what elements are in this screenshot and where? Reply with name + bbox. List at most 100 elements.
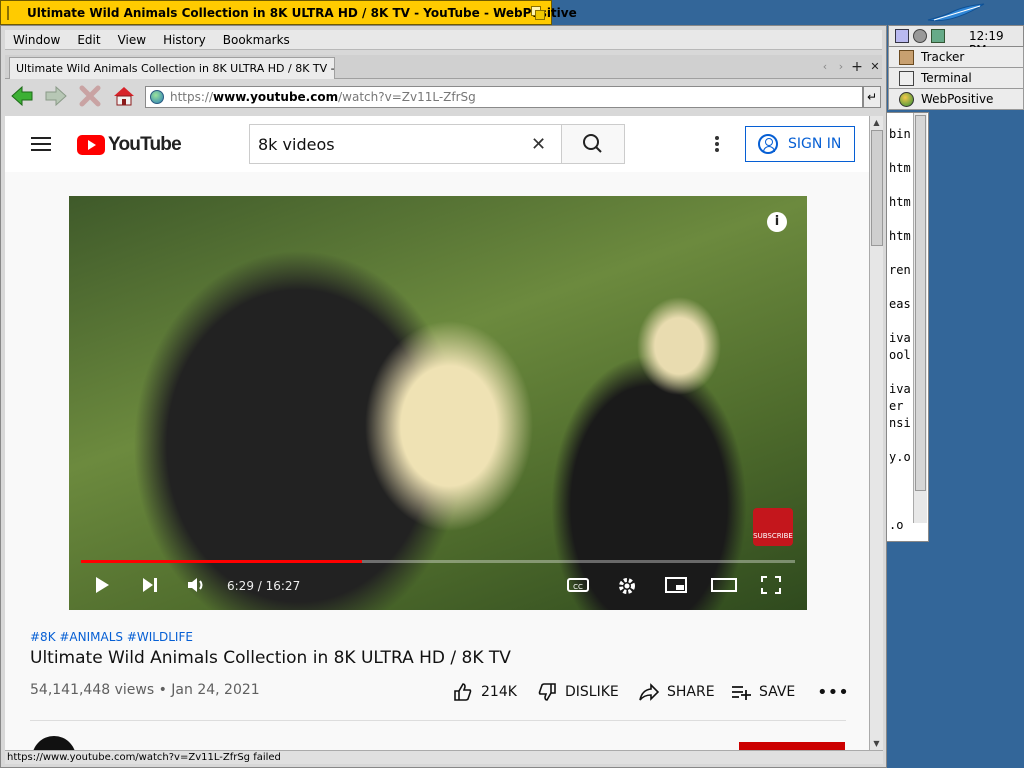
scroll-down-icon[interactable]: ▼ bbox=[870, 737, 883, 750]
window-close-button[interactable] bbox=[7, 5, 9, 20]
miniplayer-icon[interactable] bbox=[665, 576, 687, 599]
time-display: 6:29 / 16:27 bbox=[227, 579, 301, 593]
info-icon[interactable]: i bbox=[767, 212, 787, 232]
menu-view[interactable]: View bbox=[110, 33, 155, 47]
video-meta: 54,141,448 views • Jan 24, 2021 bbox=[30, 682, 260, 698]
channel-avatar[interactable] bbox=[32, 736, 76, 750]
terminal-scrollbar[interactable] bbox=[913, 113, 927, 523]
terminal-line: htm bbox=[889, 195, 911, 209]
captions-icon[interactable]: CC bbox=[567, 576, 589, 599]
home-button[interactable] bbox=[111, 85, 137, 109]
terminal-line: htm bbox=[889, 161, 911, 175]
sign-in-button[interactable]: SIGN IN bbox=[745, 126, 855, 162]
browser-window: Window Edit View History Bookmarks Ultim… bbox=[0, 25, 887, 768]
save-button[interactable]: SAVE bbox=[731, 682, 795, 702]
next-icon[interactable] bbox=[141, 576, 159, 599]
url-scheme: https:// bbox=[170, 90, 214, 104]
theater-mode-icon[interactable] bbox=[711, 576, 737, 599]
terminal-window[interactable]: bin htm htm htm ren eas iva ool iva er nsi y.o .o bbox=[886, 112, 929, 542]
tab-bar: Ultimate Wild Animals Collection in 8K U… bbox=[5, 55, 882, 79]
new-tab-button[interactable]: + bbox=[849, 59, 865, 75]
clear-search-icon[interactable]: ✕ bbox=[531, 134, 546, 155]
subscribe-watermark[interactable]: SUBSCRIBE bbox=[753, 508, 793, 546]
menu-icon[interactable] bbox=[31, 137, 51, 151]
progress-bar[interactable] bbox=[81, 560, 795, 563]
terminal-line: nsi bbox=[889, 416, 911, 430]
back-button[interactable] bbox=[9, 85, 35, 109]
more-actions-icon[interactable]: ••• bbox=[817, 682, 849, 703]
terminal-line: ren bbox=[889, 263, 911, 277]
deskbar-item-label: Tracker bbox=[921, 50, 965, 64]
deskbar-item-label: WebPositive bbox=[921, 92, 994, 106]
youtube-logo[interactable]: YouTube bbox=[77, 134, 182, 156]
globe-icon bbox=[150, 90, 164, 104]
forward-button[interactable] bbox=[43, 85, 69, 109]
search-icon bbox=[583, 134, 602, 153]
play-icon[interactable] bbox=[93, 576, 111, 599]
share-arrow-icon bbox=[639, 683, 659, 701]
tab-scroll-right-icon[interactable]: › bbox=[833, 59, 849, 75]
share-button[interactable]: SHARE bbox=[639, 682, 715, 702]
tab-active[interactable]: Ultimate Wild Animals Collection in 8K U… bbox=[9, 57, 335, 79]
youtube-play-icon bbox=[77, 135, 105, 155]
window-tab[interactable]: Ultimate Wild Animals Collection in 8K U… bbox=[0, 0, 577, 25]
like-button[interactable]: 214K bbox=[453, 682, 517, 702]
thumbs-down-icon bbox=[538, 683, 556, 701]
scroll-up-icon[interactable]: ▲ bbox=[870, 116, 883, 129]
save-label: SAVE bbox=[759, 684, 796, 700]
menu-window[interactable]: Window bbox=[5, 33, 69, 47]
scrollbar-thumb[interactable] bbox=[871, 130, 883, 246]
navigation-bar: https://www.youtube.com/watch?v=Zv11L-Zf… bbox=[5, 82, 882, 112]
terminal-icon bbox=[899, 71, 914, 86]
tab-scroll-left-icon[interactable]: ‹ bbox=[817, 59, 833, 75]
terminal-line: bin bbox=[889, 127, 911, 141]
terminal-line: y.o bbox=[889, 450, 911, 464]
video-title: Ultimate Wild Animals Collection in 8K U… bbox=[30, 648, 511, 668]
menubar: Window Edit View History Bookmarks bbox=[5, 30, 882, 50]
stop-button[interactable] bbox=[77, 85, 103, 109]
terminal-line: .o bbox=[889, 518, 904, 532]
address-bar[interactable]: https://www.youtube.com/watch?v=Zv11L-Zf… bbox=[145, 86, 863, 108]
sign-in-label: SIGN IN bbox=[788, 136, 842, 152]
settings-kebab-icon[interactable] bbox=[715, 136, 719, 152]
forward-arrow-icon bbox=[45, 85, 67, 107]
home-icon bbox=[114, 87, 134, 106]
video-player[interactable]: i SUBSCRIBE 6:29 / 16:27 CC bbox=[69, 196, 807, 610]
menu-history[interactable]: History bbox=[155, 33, 215, 47]
youtube-header: YouTube 8k videos ✕ SIGN IN bbox=[5, 116, 869, 172]
menu-edit[interactable]: Edit bbox=[69, 33, 109, 47]
search-input[interactable]: 8k videos bbox=[249, 124, 562, 164]
settings-gear-icon[interactable] bbox=[617, 576, 637, 601]
divider bbox=[30, 720, 846, 721]
terminal-line: er bbox=[889, 399, 904, 413]
subscribe-button[interactable] bbox=[739, 742, 845, 750]
search-button[interactable] bbox=[561, 124, 625, 164]
deskbar-item-tracker[interactable]: Tracker bbox=[888, 47, 1024, 68]
page-scrollbar[interactable]: ▲ ▼ bbox=[869, 116, 883, 750]
status-bar: https://www.youtube.com/watch?v=Zv11L-Zf… bbox=[5, 750, 883, 764]
network-icon[interactable] bbox=[931, 29, 945, 43]
deskbar-tray: 12:19 PM bbox=[888, 25, 1024, 57]
go-button[interactable]: ↵ bbox=[863, 86, 881, 108]
stop-x-icon bbox=[79, 85, 101, 107]
window-zoom-button[interactable] bbox=[531, 6, 545, 20]
deskbar-item-terminal[interactable]: Terminal bbox=[888, 68, 1024, 89]
tracker-icon bbox=[899, 50, 914, 65]
workspace-icon[interactable] bbox=[895, 29, 909, 43]
dislike-button[interactable]: DISLIKE bbox=[537, 682, 619, 702]
menu-bookmarks[interactable]: Bookmarks bbox=[215, 33, 299, 47]
dislike-label: DISLIKE bbox=[565, 684, 619, 700]
svg-text:CC: CC bbox=[573, 583, 583, 591]
url-path: /watch?v=Zv11L-ZfrSg bbox=[338, 90, 476, 104]
playlist-add-icon bbox=[732, 686, 751, 700]
page-viewport: YouTube 8k videos ✕ SIGN IN i SUBSCRIBE bbox=[5, 116, 869, 750]
thumbs-up-icon bbox=[454, 683, 472, 701]
close-tab-button[interactable]: ✕ bbox=[867, 59, 883, 75]
fullscreen-icon[interactable] bbox=[761, 576, 781, 599]
video-hashtags[interactable]: #8K #ANIMALS #WILDLIFE bbox=[30, 630, 193, 644]
haiku-leaf-logo[interactable] bbox=[924, 2, 988, 24]
volume-icon[interactable] bbox=[187, 576, 207, 599]
share-label: SHARE bbox=[667, 684, 715, 700]
deskbar-item-webpositive[interactable]: WebPositive bbox=[888, 89, 1024, 110]
media-icon[interactable] bbox=[913, 29, 927, 43]
